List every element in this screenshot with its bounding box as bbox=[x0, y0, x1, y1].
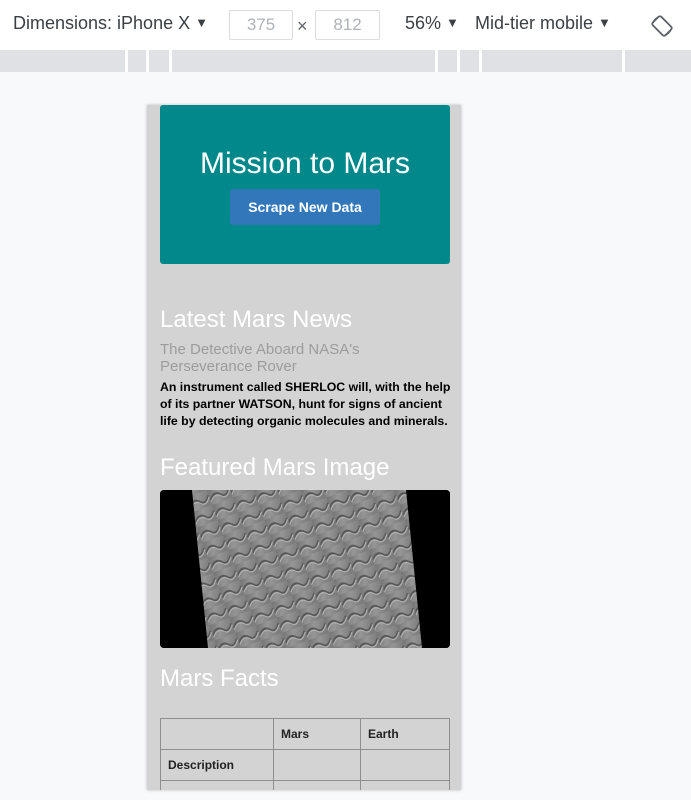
zoom-dropdown[interactable]: 56% ▼ bbox=[405, 13, 459, 34]
media-query-marker[interactable] bbox=[479, 50, 482, 72]
device-dropdown[interactable]: Dimensions: iPhone X ▼ bbox=[13, 13, 208, 34]
table-cell bbox=[273, 749, 361, 781]
mars-dune-image bbox=[160, 490, 450, 648]
table-row: Description bbox=[160, 749, 450, 781]
height-input[interactable]: 812 bbox=[315, 10, 380, 40]
rotate-device-icon[interactable] bbox=[650, 14, 674, 38]
table-cell bbox=[273, 780, 361, 790]
table-cell bbox=[360, 749, 450, 781]
table-header-cell bbox=[160, 718, 274, 750]
news-heading: Latest Mars News bbox=[160, 306, 353, 333]
throttle-dropdown[interactable]: Mid-tier mobile ▼ bbox=[475, 13, 611, 34]
device-toolbar: Dimensions: iPhone X ▼ 375 × 812 56% ▼ Mid… bbox=[0, 0, 691, 51]
zoom-label: 56% bbox=[405, 13, 442, 33]
news-paragraph: An instrument called SHERLOC will, with … bbox=[160, 380, 451, 428]
chevron-down-icon: ▼ bbox=[598, 15, 611, 30]
hero-banner: Mission to Mars Scrape New Data bbox=[160, 105, 450, 264]
hero-title: Mission to Mars bbox=[199, 147, 411, 180]
facts-heading: Mars Facts bbox=[160, 665, 279, 692]
table-header-row: Mars Earth bbox=[160, 718, 450, 750]
media-query-bar[interactable] bbox=[0, 50, 691, 72]
table-header-cell: Mars bbox=[273, 718, 361, 750]
featured-mars-image[interactable] bbox=[160, 490, 450, 648]
mars-facts-table: Mars Earth Description bbox=[160, 718, 450, 790]
featured-image-heading: Featured Mars Image bbox=[160, 454, 390, 481]
media-query-marker[interactable] bbox=[169, 50, 172, 72]
table-header-cell: Earth bbox=[360, 718, 450, 750]
times-icon: × bbox=[297, 16, 308, 36]
scrape-button[interactable]: Scrape New Data bbox=[230, 189, 380, 225]
device-label: Dimensions: iPhone X bbox=[13, 13, 191, 33]
device-viewport: Mission to Mars Scrape New Data Latest M… bbox=[147, 105, 461, 790]
table-cell bbox=[160, 780, 274, 790]
media-query-marker[interactable] bbox=[622, 50, 625, 72]
news-title: The Detective Aboard NASA's Perseverance… bbox=[160, 341, 360, 375]
chevron-down-icon: ▼ bbox=[195, 15, 208, 30]
table-cell bbox=[360, 780, 450, 790]
media-query-marker[interactable] bbox=[457, 50, 460, 72]
media-query-marker[interactable] bbox=[146, 50, 149, 72]
table-cell: Description bbox=[160, 749, 274, 781]
width-input[interactable]: 375 bbox=[229, 10, 293, 40]
media-query-marker[interactable] bbox=[435, 50, 438, 72]
chevron-down-icon: ▼ bbox=[446, 15, 459, 30]
table-row bbox=[160, 780, 450, 790]
media-query-marker[interactable] bbox=[125, 50, 128, 72]
throttle-label: Mid-tier mobile bbox=[475, 13, 594, 33]
